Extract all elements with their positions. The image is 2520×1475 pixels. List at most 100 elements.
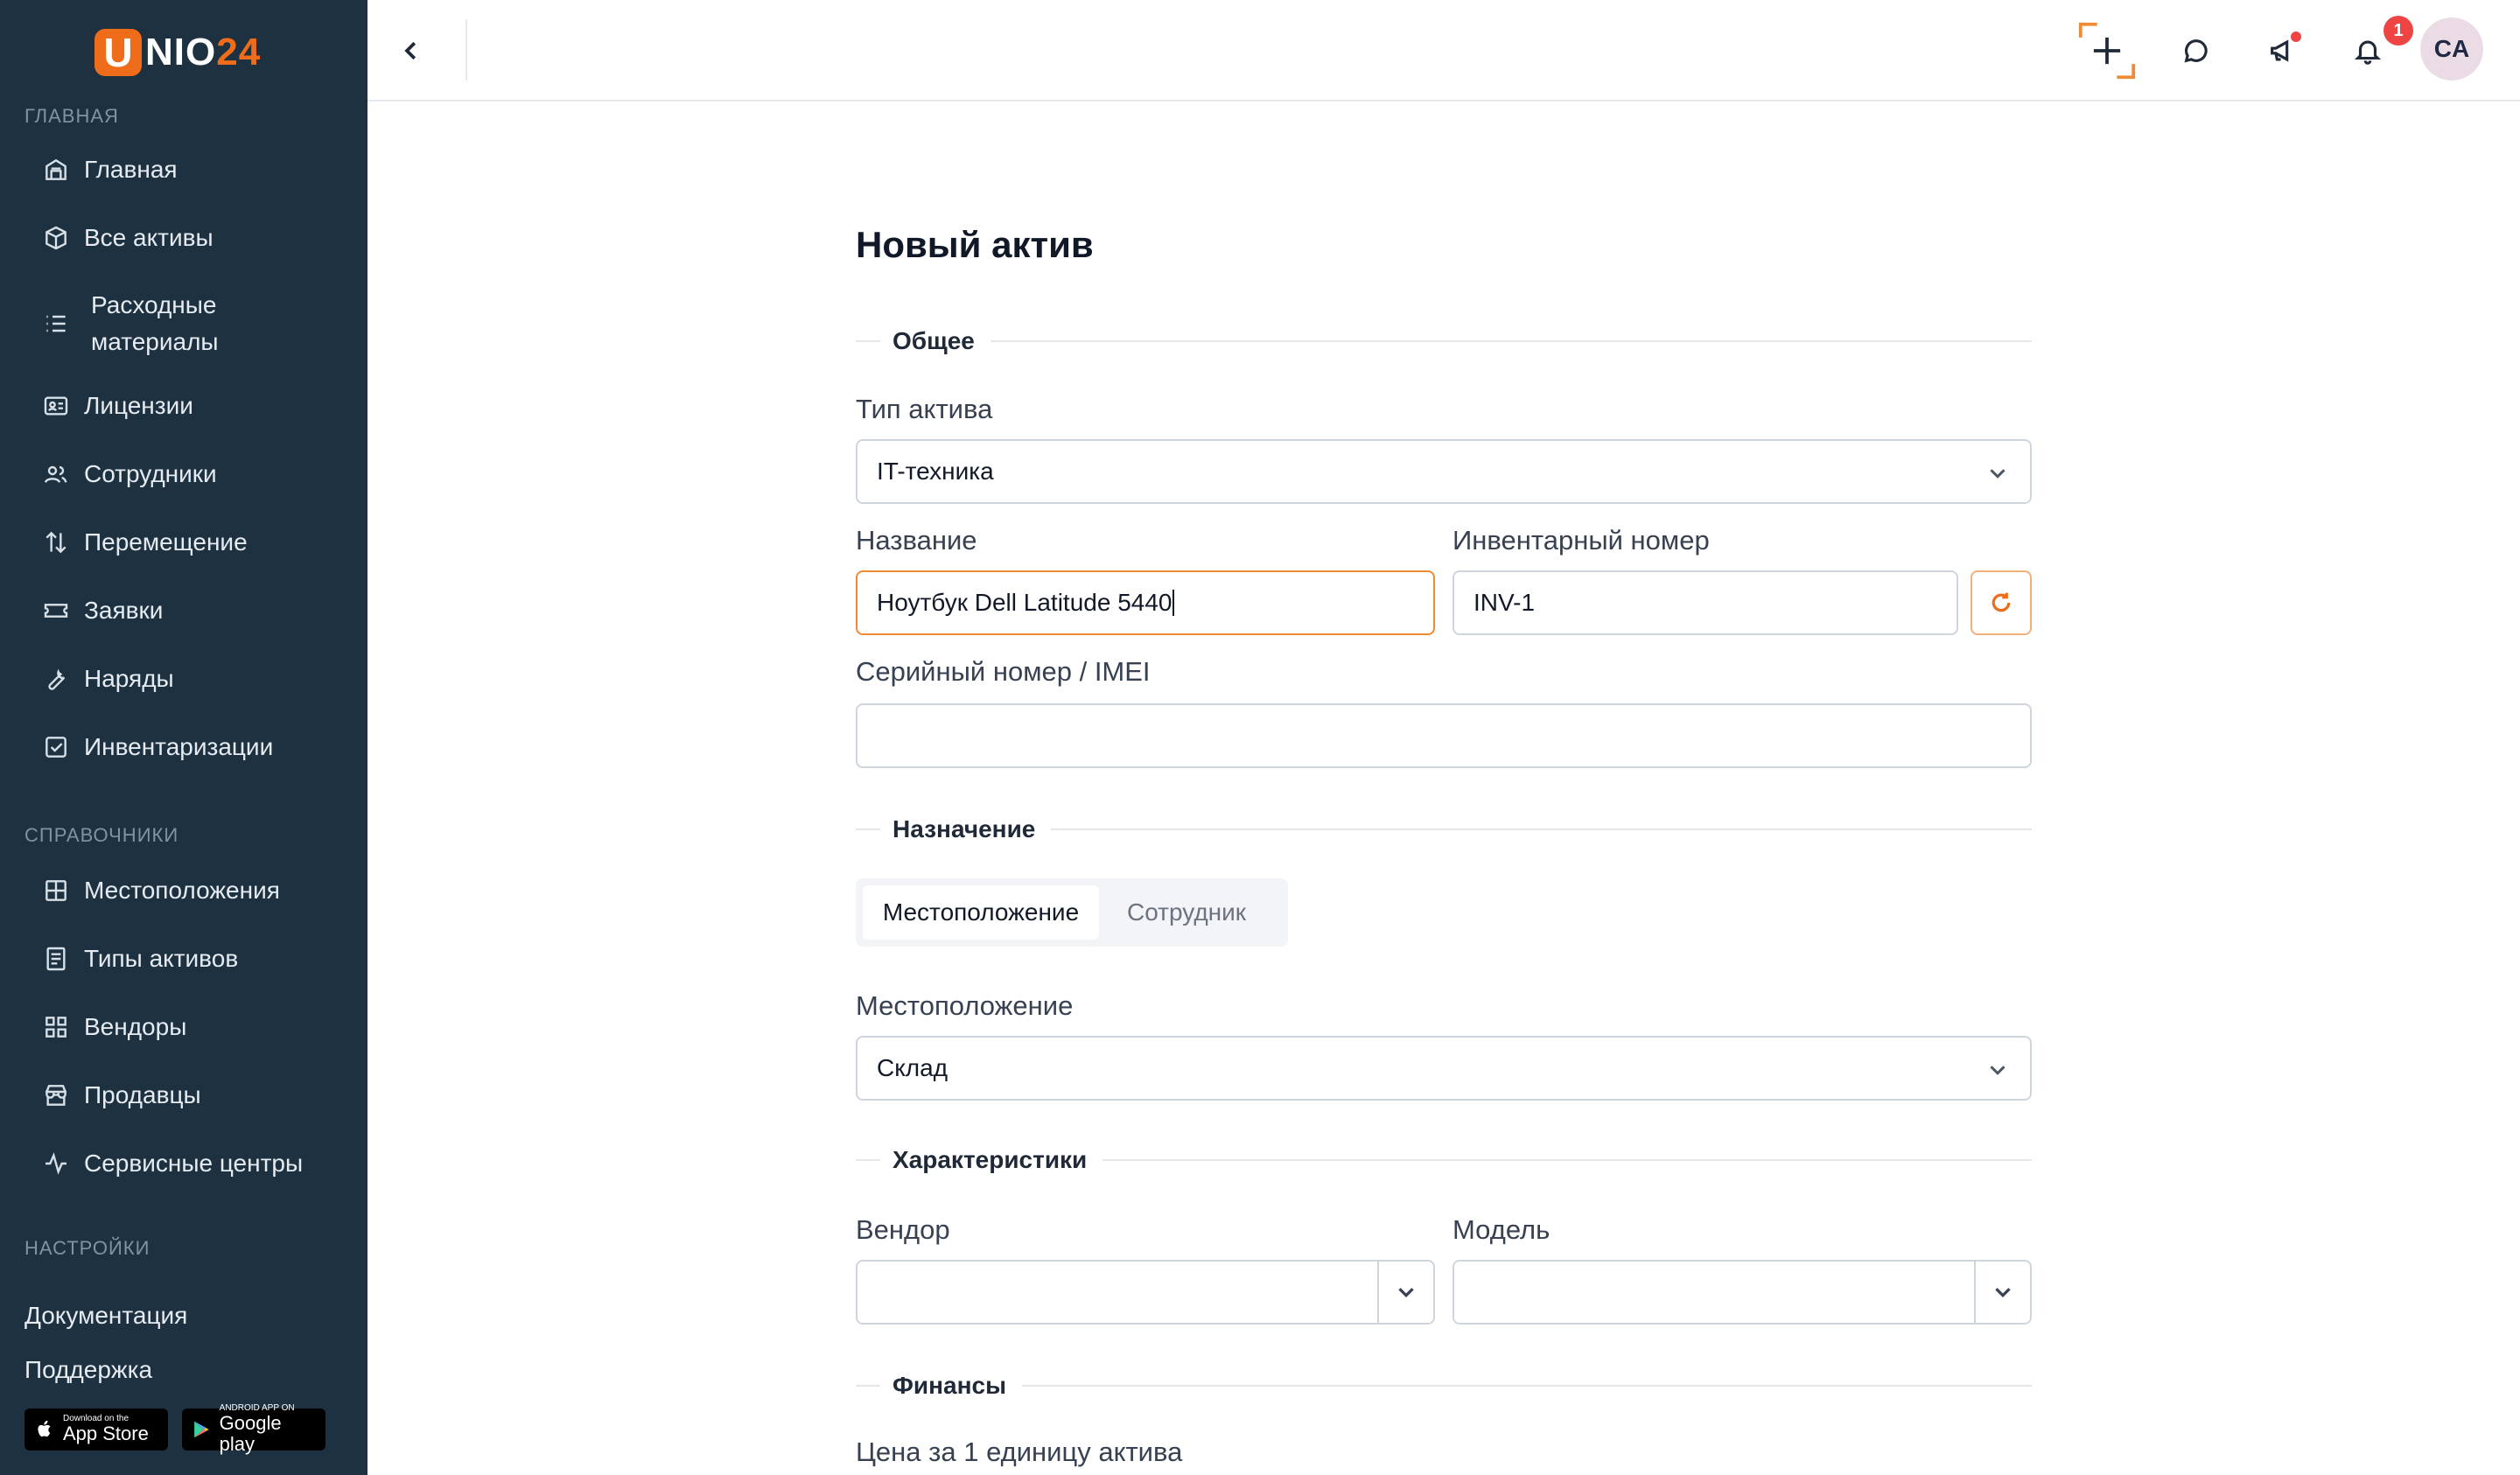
- serial-label: Серийный номер / IMEI: [856, 656, 1151, 687]
- blocks-icon: [40, 1011, 72, 1043]
- arrows-updown-icon: [40, 527, 72, 558]
- ticket-icon: [40, 595, 72, 626]
- checkbox-icon: [40, 731, 72, 763]
- sidebar-item-label: Заявки: [84, 597, 164, 624]
- logo-mark: U: [94, 29, 142, 76]
- vendor-combobox[interactable]: [856, 1260, 1435, 1325]
- sidebar-item-sellers[interactable]: Продавцы: [40, 1080, 201, 1111]
- refresh-icon: [1992, 592, 2011, 612]
- model-label: Модель: [1452, 1214, 1550, 1245]
- sidebar-item-locations[interactable]: Местоположения: [40, 875, 280, 906]
- name-input[interactable]: Ноутбук Dell Latitude 5440: [856, 570, 1435, 635]
- regenerate-inventory-button[interactable]: [1970, 570, 2032, 635]
- sidebar-item-service-centers[interactable]: Сервисные центры: [40, 1148, 303, 1179]
- tab-location[interactable]: Местоположение: [863, 885, 1099, 940]
- sidebar-item-employees[interactable]: Сотрудники: [40, 458, 217, 490]
- plus-icon: [2078, 22, 2136, 80]
- announcements-button[interactable]: [2258, 26, 2306, 75]
- sidebar-item-consumables[interactable]: Расходные материалы: [40, 287, 219, 360]
- sidebar-item-transfer[interactable]: Перемещение: [40, 527, 248, 558]
- asset-type-label: Тип актива: [856, 394, 993, 424]
- sidebar-item-label: Вендоры: [84, 1013, 187, 1040]
- notifications-button[interactable]: 1: [2343, 16, 2413, 75]
- list-icon: [40, 308, 72, 339]
- sidebar-item-label: Наряды: [84, 665, 174, 692]
- chat-icon: [2184, 39, 2208, 63]
- price-label: Цена за 1 единицу актива: [856, 1437, 1183, 1467]
- sidebar-item-label: Все активы: [84, 224, 214, 251]
- sidebar-item-label: Инвентаризации: [84, 733, 274, 760]
- apple-icon: [38, 1420, 51, 1437]
- sidebar-item-licenses[interactable]: Лицензии: [40, 390, 193, 422]
- quick-add-button[interactable]: [2076, 19, 2138, 82]
- sidebar-item-requests[interactable]: Заявки: [40, 595, 163, 626]
- sidebar-item-label: Местоположения: [84, 877, 280, 904]
- model-dropdown-toggle[interactable]: [1974, 1262, 2030, 1323]
- brand-logo[interactable]: U NIO24: [94, 28, 261, 77]
- sidebar-item-inventories[interactable]: Инвентаризации: [40, 731, 273, 763]
- chat-button[interactable]: [2172, 26, 2221, 75]
- bell-icon: [2354, 40, 2382, 65]
- document-icon: [40, 943, 72, 975]
- sidebar-item-label: Сотрудники: [84, 460, 217, 487]
- app-store-big: App Store: [63, 1423, 149, 1444]
- chevron-down-icon: [1398, 1288, 1414, 1298]
- sidebar-item-label: Расходные материалы: [91, 291, 219, 355]
- sidebar-section-main: ГЛАВНАЯ: [24, 105, 119, 127]
- sidebar-item-home[interactable]: Главная: [40, 154, 178, 185]
- wrench-icon: [40, 663, 72, 695]
- sidebar-item-work-orders[interactable]: Наряды: [40, 663, 174, 695]
- building-icon: [40, 154, 72, 185]
- id-card-icon: [40, 390, 72, 422]
- user-avatar[interactable]: CA: [2420, 17, 2483, 80]
- support-link[interactable]: Поддержка: [24, 1356, 152, 1384]
- chevron-down-icon: [1995, 1288, 2011, 1298]
- grid-icon: [40, 875, 72, 906]
- box-icon: [40, 222, 72, 254]
- location-label: Местоположение: [856, 990, 1074, 1021]
- sidebar-item-all-assets[interactable]: Все активы: [40, 222, 214, 254]
- google-play-icon: [194, 1421, 209, 1438]
- sidebar-section-refs: СПРАВОЧНИКИ: [24, 824, 179, 846]
- app-store-badge[interactable]: Download on the App Store: [24, 1409, 168, 1451]
- location-select[interactable]: Склад: [856, 1036, 2032, 1101]
- chevron-down-icon: [1984, 1057, 2011, 1083]
- announcement-dot: [2291, 31, 2301, 42]
- asset-type-select[interactable]: IT-техника: [856, 439, 2032, 504]
- model-combobox[interactable]: [1452, 1260, 2032, 1325]
- back-button[interactable]: [392, 31, 430, 70]
- notification-count-badge: 1: [2384, 16, 2413, 45]
- sidebar-item-label: Продавцы: [84, 1081, 201, 1108]
- sidebar-item-label: Лицензии: [84, 392, 193, 419]
- sidebar: U NIO24 ГЛАВНАЯ Главная Все активы Расхо…: [0, 0, 368, 1475]
- activity-icon: [40, 1148, 72, 1179]
- header-divider: [466, 19, 467, 80]
- google-play-badge[interactable]: ANDROID APP ON Google play: [182, 1404, 326, 1455]
- docs-link[interactable]: Документация: [24, 1302, 187, 1330]
- chevron-left-icon: [404, 41, 416, 60]
- vendor-label: Вендор: [856, 1214, 950, 1245]
- section-finance: Финансы: [856, 1368, 2032, 1403]
- sidebar-item-label: Сервисные центры: [84, 1150, 304, 1177]
- vendor-dropdown-toggle[interactable]: [1377, 1262, 1433, 1323]
- google-play-big: Google play: [219, 1412, 282, 1455]
- store-icon: [40, 1080, 72, 1111]
- assignment-toggle: Местоположение Сотрудник: [856, 878, 1288, 947]
- chevron-down-icon: [1984, 460, 2011, 486]
- name-label: Название: [856, 525, 977, 556]
- serial-input[interactable]: [856, 703, 2032, 768]
- tab-employee[interactable]: Сотрудник: [1099, 885, 1274, 940]
- sidebar-item-label: Перемещение: [84, 528, 248, 556]
- section-specs: Характеристики: [856, 1143, 2032, 1178]
- inventory-number-input[interactable]: INV-1: [1452, 570, 1958, 635]
- top-header: 1 CA: [368, 0, 2520, 101]
- section-assignment: Назначение: [856, 812, 2032, 847]
- page-title: Новый актив: [856, 224, 1094, 265]
- text-caret: [1172, 590, 1175, 616]
- users-icon: [40, 458, 72, 490]
- sidebar-item-label: Главная: [84, 156, 178, 183]
- inventory-number-label: Инвентарный номер: [1452, 525, 1710, 556]
- sidebar-item-label: Типы активов: [84, 945, 239, 972]
- sidebar-item-vendors[interactable]: Вендоры: [40, 1011, 186, 1043]
- sidebar-item-asset-types[interactable]: Типы активов: [40, 943, 238, 975]
